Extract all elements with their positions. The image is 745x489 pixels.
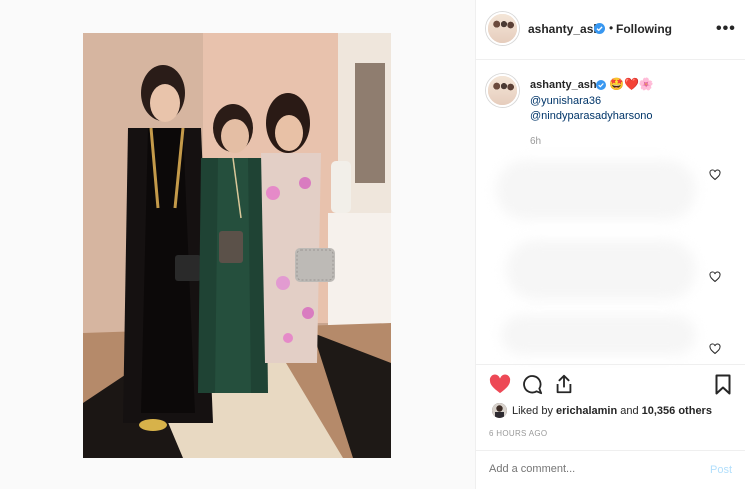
share-icon[interactable]: [553, 373, 575, 395]
actions-bar: [476, 364, 745, 400]
mention-link[interactable]: @nindyparasadyharsono: [530, 110, 652, 122]
post-header: ashanty_ash • Following •••: [476, 0, 745, 60]
header-separator: •: [609, 21, 614, 35]
following-button[interactable]: Following: [616, 22, 672, 36]
mention-link[interactable]: @yunishara36: [530, 95, 601, 107]
likes-count-link[interactable]: 10,356 others: [642, 405, 712, 417]
comment-like-icon[interactable]: [709, 271, 721, 283]
caption-emojis: 🤩❤️🌸: [609, 77, 654, 91]
caption-timestamp: 6h: [530, 136, 542, 147]
bookmark-icon[interactable]: [715, 374, 731, 395]
verified-badge-icon: [596, 80, 606, 90]
liker-avatar[interactable]: [492, 403, 507, 418]
photo-viewer: [0, 0, 475, 489]
likes-middle: and: [617, 405, 642, 417]
blurred-comment: [496, 160, 696, 220]
comment-like-icon[interactable]: [709, 169, 721, 181]
author-avatar[interactable]: [486, 12, 519, 45]
liker-username[interactable]: erichalamin: [556, 405, 617, 417]
likes-prefix: Liked by: [512, 405, 557, 417]
post-comment-button[interactable]: Post: [710, 464, 732, 476]
comment-like-icon[interactable]: [709, 343, 721, 355]
avatar-image: [488, 76, 517, 105]
likes-summary: Liked by erichalamin and 10,356 others: [512, 405, 712, 417]
comment-icon[interactable]: [521, 373, 543, 395]
comment-input[interactable]: [489, 463, 689, 475]
caption-username[interactable]: ashanty_ash: [530, 79, 597, 91]
liker-avatar-image: [492, 403, 507, 418]
caption-author-avatar[interactable]: [486, 74, 519, 107]
more-options-icon[interactable]: •••: [716, 20, 736, 38]
blurred-comment: [506, 240, 696, 300]
author-username[interactable]: ashanty_ash: [528, 22, 601, 36]
blurred-comment: [501, 315, 696, 355]
post-panel: ashanty_ash • Following ••• ashanty_ash …: [475, 0, 745, 489]
post-timestamp: 6 HOURS AGO: [489, 429, 548, 438]
post-photo[interactable]: [83, 33, 391, 458]
post-photo-image: [83, 33, 391, 458]
avatar-image: [488, 14, 517, 43]
verified-badge-icon: [594, 23, 605, 34]
like-heart-icon[interactable]: [489, 374, 511, 394]
